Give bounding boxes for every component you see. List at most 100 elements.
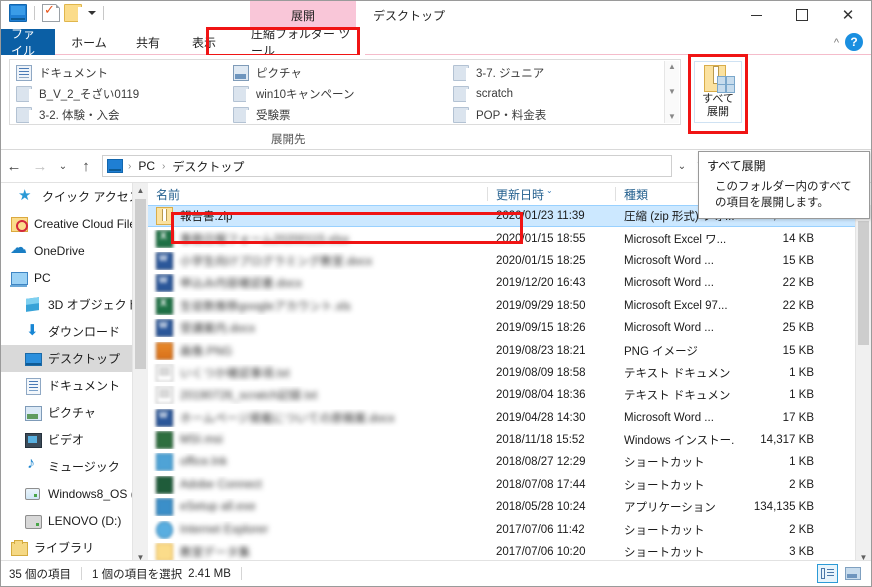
sidebar-item-pictures[interactable]: ピクチャ	[1, 399, 133, 426]
sidebar-item-videos[interactable]: ビデオ	[1, 426, 133, 453]
file-size-cell: 14,317 KB	[760, 434, 814, 447]
sidebar-item-desktop[interactable]: デスクトップ	[1, 345, 133, 372]
gallery-item-label: scratch	[476, 87, 514, 100]
file-date-cell: 2019/08/09 18:58	[496, 366, 586, 379]
status-item-count: 35 個の項目	[9, 568, 71, 581]
gallery-item[interactable]: 3-2. 体験・入会	[10, 104, 225, 125]
recent-locations-icon[interactable]: ⌄	[53, 153, 73, 179]
extract-destination-gallery[interactable]: ドキュメント B_V_2_そざい0119 3-2. 体験・入会 ピクチャ win…	[9, 59, 681, 125]
table-row[interactable]: 生徒数推移googleアカウント.xls 2019/09/29 18:50 Mi…	[148, 295, 856, 317]
column-header-name[interactable]: 名前	[148, 183, 488, 205]
table-row[interactable]: 事務日報フォーム20200115.xlsx 2020/01/15 18:55 M…	[148, 227, 856, 249]
table-row[interactable]: 申込み内容確認書.docx 2019/12/20 16:43 Microsoft…	[148, 272, 856, 294]
properties-icon[interactable]	[42, 2, 60, 22]
sidebar-item-windows8-os[interactable]: Windows8_OS (C	[1, 480, 143, 507]
maximize-button[interactable]	[779, 1, 825, 29]
customize-dropdown-icon[interactable]	[88, 11, 96, 15]
extract-all-button[interactable]: すべて 展開	[694, 61, 742, 123]
file-date-cell: 2019/09/15 18:26	[496, 322, 586, 335]
file-list-scrollbar[interactable]: ▲ ▼	[855, 205, 871, 565]
minimize-button[interactable]	[733, 1, 779, 29]
documents-icon	[25, 377, 42, 395]
desktop-icon[interactable]	[9, 4, 27, 22]
sidebar-item-label: ビデオ	[48, 433, 85, 447]
collapse-ribbon-icon[interactable]: ^	[834, 37, 839, 49]
file-date-cell: 2019/08/04 18:36	[496, 389, 586, 402]
shortcut-icon	[156, 453, 173, 472]
new-folder-icon[interactable]	[64, 4, 82, 22]
gallery-item[interactable]: ドキュメント	[10, 62, 225, 83]
gallery-scrollbar[interactable]: ▲ ▼ ▼	[664, 61, 679, 123]
file-name-cell: いくつか確認事項.txt	[148, 363, 488, 382]
gallery-more-icon[interactable]: ▼	[668, 113, 676, 121]
onedrive-icon	[11, 243, 28, 259]
sidebar-item-libraries[interactable]: ライブラリ	[1, 534, 133, 561]
gallery-item[interactable]: POP・料金表	[447, 104, 662, 125]
gallery-scroll-down-icon[interactable]: ▼	[668, 88, 676, 96]
sidebar-item-onedrive[interactable]: OneDrive	[1, 237, 133, 264]
tab-home[interactable]: ホーム	[61, 29, 117, 55]
table-row[interactable]: 20190726_scratch記録.txt 2019/08/04 18:36 …	[148, 384, 856, 406]
column-header-date[interactable]: 更新日時 ⌄	[488, 183, 616, 205]
table-row[interactable]: ホームページ掲載についての原稿案.docx 2019/04/28 14:30 M…	[148, 407, 856, 429]
table-row[interactable]: いくつか確認事項.txt 2019/08/09 18:58 テキスト ドキュメン…	[148, 362, 856, 384]
table-row[interactable]: eSetup all.exe 2018/05/28 10:24 アプリケーション…	[148, 496, 856, 518]
sidebar-item-documents[interactable]: ドキュメント	[1, 372, 133, 399]
ribbon-tab-bar: ファイル ホーム 共有 表示 圧縮フォルダー ツール ^ ?	[1, 27, 871, 58]
tab-view[interactable]: 表示	[179, 29, 229, 55]
tab-share[interactable]: 共有	[123, 29, 173, 55]
tab-compressed-folder-tools[interactable]: 圧縮フォルダー ツール	[241, 27, 365, 58]
up-button[interactable]: ↑	[73, 153, 99, 179]
downloads-icon	[25, 324, 42, 340]
file-size-cell: 1 KB	[789, 389, 814, 402]
back-button[interactable]: ←	[1, 153, 27, 179]
sidebar-item-creative-cloud[interactable]: Creative Cloud File	[1, 210, 136, 237]
sidebar-item-music[interactable]: ミュージック	[1, 453, 133, 480]
list-scroll-thumb[interactable]	[858, 221, 869, 345]
file-size-cell: 2 KB	[789, 523, 814, 536]
address-dropdown-icon[interactable]: ⌄	[672, 155, 692, 177]
table-row[interactable]: 画像.PNG 2019/08/23 18:21 PNG イメージ 15 KB	[148, 339, 856, 361]
thumbnail-view-button[interactable]	[842, 564, 863, 583]
file-name-cell: 報告書.zip	[148, 207, 488, 226]
nav-scroll-up-icon[interactable]: ▲	[133, 183, 148, 198]
gallery-item[interactable]: win10キャンペーン	[227, 83, 442, 104]
navigation-scrollbar[interactable]: ▲ ▼	[132, 183, 148, 565]
breadcrumb-sep: ›	[128, 160, 132, 172]
gallery-item[interactable]: 3-7. ジュニア	[447, 62, 662, 83]
forward-button[interactable]: →	[27, 153, 53, 179]
table-row[interactable]: 受講案内.docx 2019/09/15 18:26 Microsoft Wor…	[148, 317, 856, 339]
table-row[interactable]: Internet Explorer 2017/07/06 11:42 ショートカ…	[148, 518, 856, 540]
breadcrumb-item-desktop[interactable]: デスクトップ	[170, 158, 246, 175]
sidebar-item-pc[interactable]: PC	[1, 264, 133, 291]
breadcrumb[interactable]: › PC › デスクトップ	[102, 155, 672, 177]
gallery-item-label: win10キャンペーン	[256, 88, 355, 101]
file-type-cell: Microsoft Word ...	[624, 411, 714, 424]
gallery-item[interactable]: ピクチャ	[227, 62, 442, 83]
sidebar-item-downloads[interactable]: ダウンロード	[1, 318, 133, 345]
table-row[interactable]: 小学生向けプログラミング教室.docx 2020/01/15 18:25 Mic…	[148, 250, 856, 272]
file-size-cell: 15 KB	[782, 254, 814, 267]
file-size-cell: 15 KB	[782, 344, 814, 357]
sidebar-item-quick-access[interactable]: クイック アクセス	[1, 183, 141, 210]
table-row[interactable]: office.lnk 2018/08/27 12:29 ショートカット 1 KB	[148, 451, 856, 473]
gallery-item-label: 受験票	[256, 109, 291, 122]
tab-file[interactable]: ファイル	[1, 27, 55, 58]
library-icon	[11, 539, 28, 556]
nav-scroll-thumb[interactable]	[135, 199, 146, 369]
sidebar-item-lenovo-d[interactable]: LENOVO (D:)	[1, 507, 133, 534]
details-view-button[interactable]	[817, 564, 838, 583]
pc-icon	[10, 270, 28, 287]
table-row[interactable]: Adobe Connect 2018/07/08 17:44 ショートカット 2…	[148, 474, 856, 496]
table-row[interactable]: MSI.msi 2018/11/18 15:52 Windows インストー..…	[148, 429, 856, 451]
breadcrumb-item-pc[interactable]: PC	[136, 159, 157, 173]
gallery-scroll-up-icon[interactable]: ▲	[668, 63, 676, 71]
file-type-cell: Microsoft Word ...	[624, 254, 714, 267]
gallery-item[interactable]: B_V_2_そざい0119	[10, 83, 225, 104]
help-icon[interactable]: ?	[845, 33, 863, 51]
file-date-cell: 2017/07/06 11:42	[496, 523, 585, 536]
gallery-item[interactable]: 受験票	[227, 104, 442, 125]
sidebar-item-3d-objects[interactable]: 3D オブジェクト	[1, 291, 139, 318]
gallery-item[interactable]: scratch	[447, 83, 662, 104]
close-button[interactable]: ✕	[825, 1, 871, 29]
